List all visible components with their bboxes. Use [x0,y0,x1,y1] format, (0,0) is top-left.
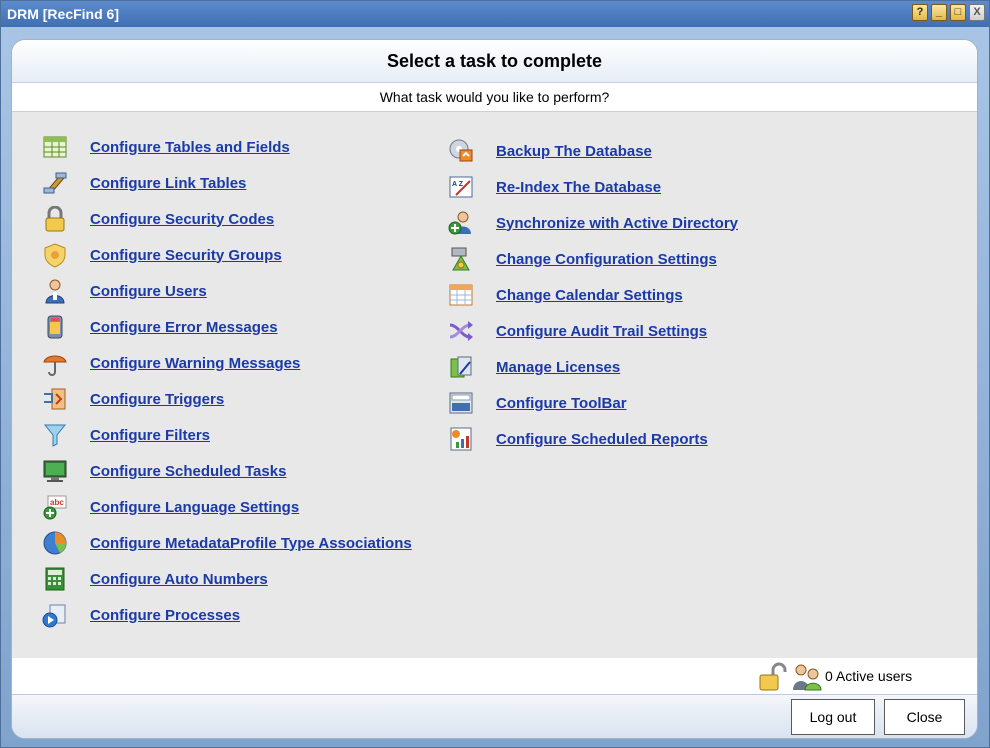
link-tables-icon [40,168,70,198]
task-link[interactable]: Configure Scheduled Tasks [90,463,286,480]
task-item[interactable]: Configure Filters [40,420,210,450]
task-link[interactable]: Configure MetadataProfile Type Associati… [90,535,412,552]
task-item[interactable]: Synchronize with Active Directory [446,208,738,238]
close-window-button[interactable]: X [969,4,985,21]
task-link[interactable]: Configure Error Messages [90,319,278,336]
task-item[interactable]: Configure Warning Messages [40,348,300,378]
task-link[interactable]: Backup The Database [496,143,652,160]
task-item[interactable]: abc Configure Language Settings [40,492,299,522]
table-icon [40,132,70,162]
task-link[interactable]: Configure Scheduled Reports [496,431,708,448]
window-controls: ? _ □ X [912,4,985,21]
task-link[interactable]: Configure Users [90,283,207,300]
active-users-count: 0 Active users [825,668,913,684]
help-button[interactable]: ? [912,4,928,21]
task-item[interactable]: Configure MetadataProfile Type Associati… [40,528,412,558]
task-item[interactable]: Configure Security Codes [40,204,274,234]
panel-header: Select a task to complete [12,40,977,83]
task-item[interactable]: Configure Triggers [40,384,224,414]
task-item[interactable]: Backup The Database [446,136,652,166]
app-window: DRM [RecFind 6] ? _ □ X Select a task to… [0,0,990,748]
task-link[interactable]: Configure Language Settings [90,499,299,516]
monitor-icon [40,456,70,486]
task-link[interactable]: Manage Licenses [496,359,620,376]
status-bar: 0 Active users [12,658,977,694]
maximize-button[interactable]: □ [950,4,966,21]
task-link[interactable]: Configure Filters [90,427,210,444]
task-item[interactable]: Configure Processes [40,600,240,630]
task-link[interactable]: Configure Tables and Fields [90,139,290,156]
processes-icon [40,600,70,630]
task-item[interactable]: Change Configuration Settings [446,244,717,274]
task-link[interactable]: Configure Audit Trail Settings [496,323,707,340]
trigger-icon [40,384,70,414]
logout-button[interactable]: Log out [791,699,875,735]
pie-icon [40,528,70,558]
error-icon [40,312,70,342]
task-item[interactable]: Configure Audit Trail Settings [446,316,707,346]
svg-text:abc: abc [50,498,64,507]
umbrella-icon [40,348,70,378]
task-item[interactable]: Configure Auto Numbers [40,564,268,594]
status-icons [757,662,823,697]
task-link[interactable]: Re-Index The Database [496,179,661,196]
task-item[interactable]: A Z Re-Index The Database [446,172,661,202]
padlock-icon [40,204,70,234]
task-item[interactable]: Configure Tables and Fields [40,132,290,162]
toolbar-icon [446,388,476,418]
task-link[interactable]: Configure Auto Numbers [90,571,268,588]
task-link[interactable]: Configure Security Codes [90,211,274,228]
task-link[interactable]: Configure Triggers [90,391,224,408]
task-item[interactable]: Configure Security Groups [40,240,282,270]
task-item[interactable]: Configure Scheduled Tasks [40,456,286,486]
task-item[interactable]: Configure Users [40,276,207,306]
task-link[interactable]: Synchronize with Active Directory [496,215,738,232]
user-icon [40,276,70,306]
task-link[interactable]: Configure Link Tables [90,175,246,192]
task-link[interactable]: Configure ToolBar [496,395,627,412]
close-button[interactable]: Close [884,699,965,735]
task-link[interactable]: Configure Warning Messages [90,355,300,372]
task-prompt: What task would you like to perform? [12,83,977,112]
filter-icon [40,420,70,450]
title-bar[interactable]: DRM [RecFind 6] ? _ □ X [1,1,989,27]
task-link[interactable]: Change Calendar Settings [496,287,683,304]
task-panel: Select a task to complete What task woul… [11,39,978,739]
task-list-area: Configure Tables and Fields Configure Li… [12,112,977,658]
task-item[interactable]: Change Calendar Settings [446,280,683,310]
svg-text:A Z: A Z [452,181,464,188]
shuffle-icon [446,316,476,346]
backup-icon [446,136,476,166]
task-link[interactable]: Configure Security Groups [90,247,282,264]
license-icon [446,352,476,382]
language-icon: abc [40,492,70,522]
users-icon[interactable] [791,662,823,697]
task-link[interactable]: Change Configuration Settings [496,251,717,268]
window-title: DRM [RecFind 6] [7,6,119,22]
sync-directory-icon [446,208,476,238]
config-icon [446,244,476,274]
calendar-icon [446,280,476,310]
calculator-icon [40,564,70,594]
footer: Log out Close [12,694,977,738]
task-link[interactable]: Configure Processes [90,607,240,624]
reindex-icon: A Z [446,172,476,202]
task-item[interactable]: Manage Licenses [446,352,620,382]
task-item[interactable]: Configure ToolBar [446,388,627,418]
unlock-icon[interactable] [757,662,787,697]
minimize-button[interactable]: _ [931,4,947,21]
page-title: Select a task to complete [386,51,603,71]
report-icon [446,424,476,454]
shield-icon [40,240,70,270]
task-item[interactable]: Configure Error Messages [40,312,278,342]
task-item[interactable]: Configure Link Tables [40,168,246,198]
task-item[interactable]: Configure Scheduled Reports [446,424,708,454]
